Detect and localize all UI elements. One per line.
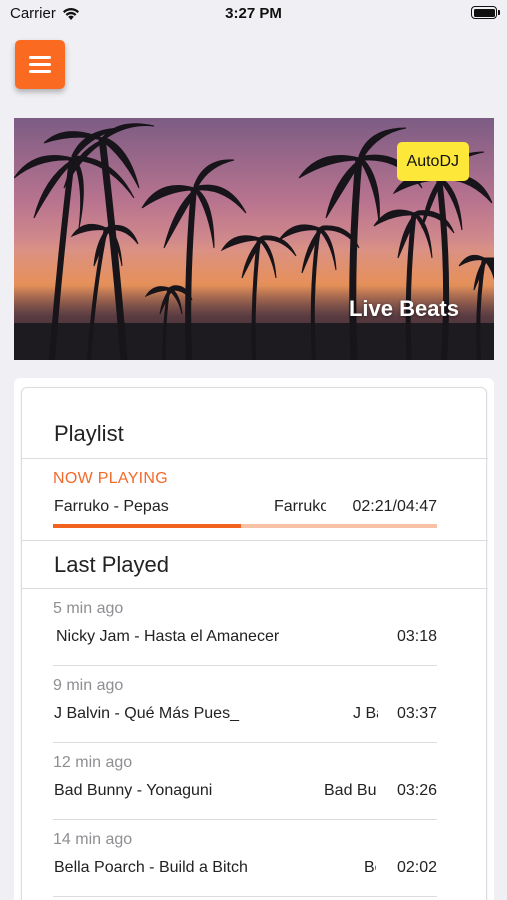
- track-artist: Bad Bunny: [324, 782, 376, 799]
- battery-icon: [471, 6, 500, 19]
- track-title: Bad Bunny - Yonaguni: [54, 782, 213, 799]
- row-divider: [53, 819, 437, 820]
- track-title: J Balvin - Qué Más Pues_: [54, 705, 239, 722]
- played-ago: 14 min ago: [53, 831, 133, 848]
- status-bar: Carrier 3:27 PM: [0, 0, 507, 28]
- divider: [22, 458, 488, 459]
- track-artist: Bella Poarch: [364, 859, 376, 876]
- track-duration: 03:26: [396, 782, 437, 799]
- now-playing-progress: [53, 524, 437, 528]
- track-duration: 03:37: [396, 705, 437, 722]
- row-divider: [53, 896, 437, 897]
- track-duration: 03:18: [396, 628, 437, 645]
- row-divider: [53, 742, 437, 743]
- row-divider: [53, 665, 437, 666]
- hamburger-icon: [29, 56, 51, 59]
- track-artist: J Balvin: [353, 705, 378, 722]
- now-playing-title: Farruko - Pepas: [54, 498, 169, 515]
- now-playing-label: NOW PLAYING: [53, 470, 169, 487]
- divider: [22, 588, 488, 589]
- played-ago: 5 min ago: [53, 600, 124, 617]
- track-duration: 02:02: [396, 859, 437, 876]
- played-ago: 9 min ago: [53, 677, 124, 694]
- track-title: Nicky Jam - Hasta el Amanecer: [56, 628, 280, 645]
- progress-fill: [53, 524, 242, 528]
- now-playing-time: 02:21/04:47: [352, 498, 437, 515]
- now-playing-artist: Farruko: [274, 498, 326, 515]
- station-banner[interactable]: AutoDJ Live Beats: [14, 118, 494, 360]
- menu-button[interactable]: [15, 40, 65, 89]
- now-playing-row[interactable]: Farruko - Pepas Farruko 02:21/04:47: [54, 498, 437, 520]
- list-item[interactable]: J Balvin - Qué Más Pues_ J Balvin 03:37: [54, 705, 437, 727]
- status-time: 3:27 PM: [225, 5, 282, 22]
- station-name: Live Beats: [348, 296, 459, 321]
- playlist-card: Playlist NOW PLAYING Farruko - Pepas Far…: [21, 387, 488, 900]
- last-played-title: Last Played: [54, 552, 169, 577]
- track-title: Bella Poarch - Build a Bitch: [54, 859, 248, 876]
- list-item[interactable]: Bad Bunny - Yonaguni Bad Bunny 03:26: [54, 782, 437, 804]
- playlist-title: Playlist: [54, 421, 124, 446]
- list-item[interactable]: Bella Poarch - Build a Bitch Bella Poarc…: [54, 859, 437, 881]
- autodj-badge[interactable]: AutoDJ: [396, 142, 469, 181]
- list-item[interactable]: Nicky Jam - Hasta el Amanecer 03:18: [54, 628, 437, 650]
- played-ago: 12 min ago: [53, 754, 133, 771]
- divider: [22, 540, 488, 541]
